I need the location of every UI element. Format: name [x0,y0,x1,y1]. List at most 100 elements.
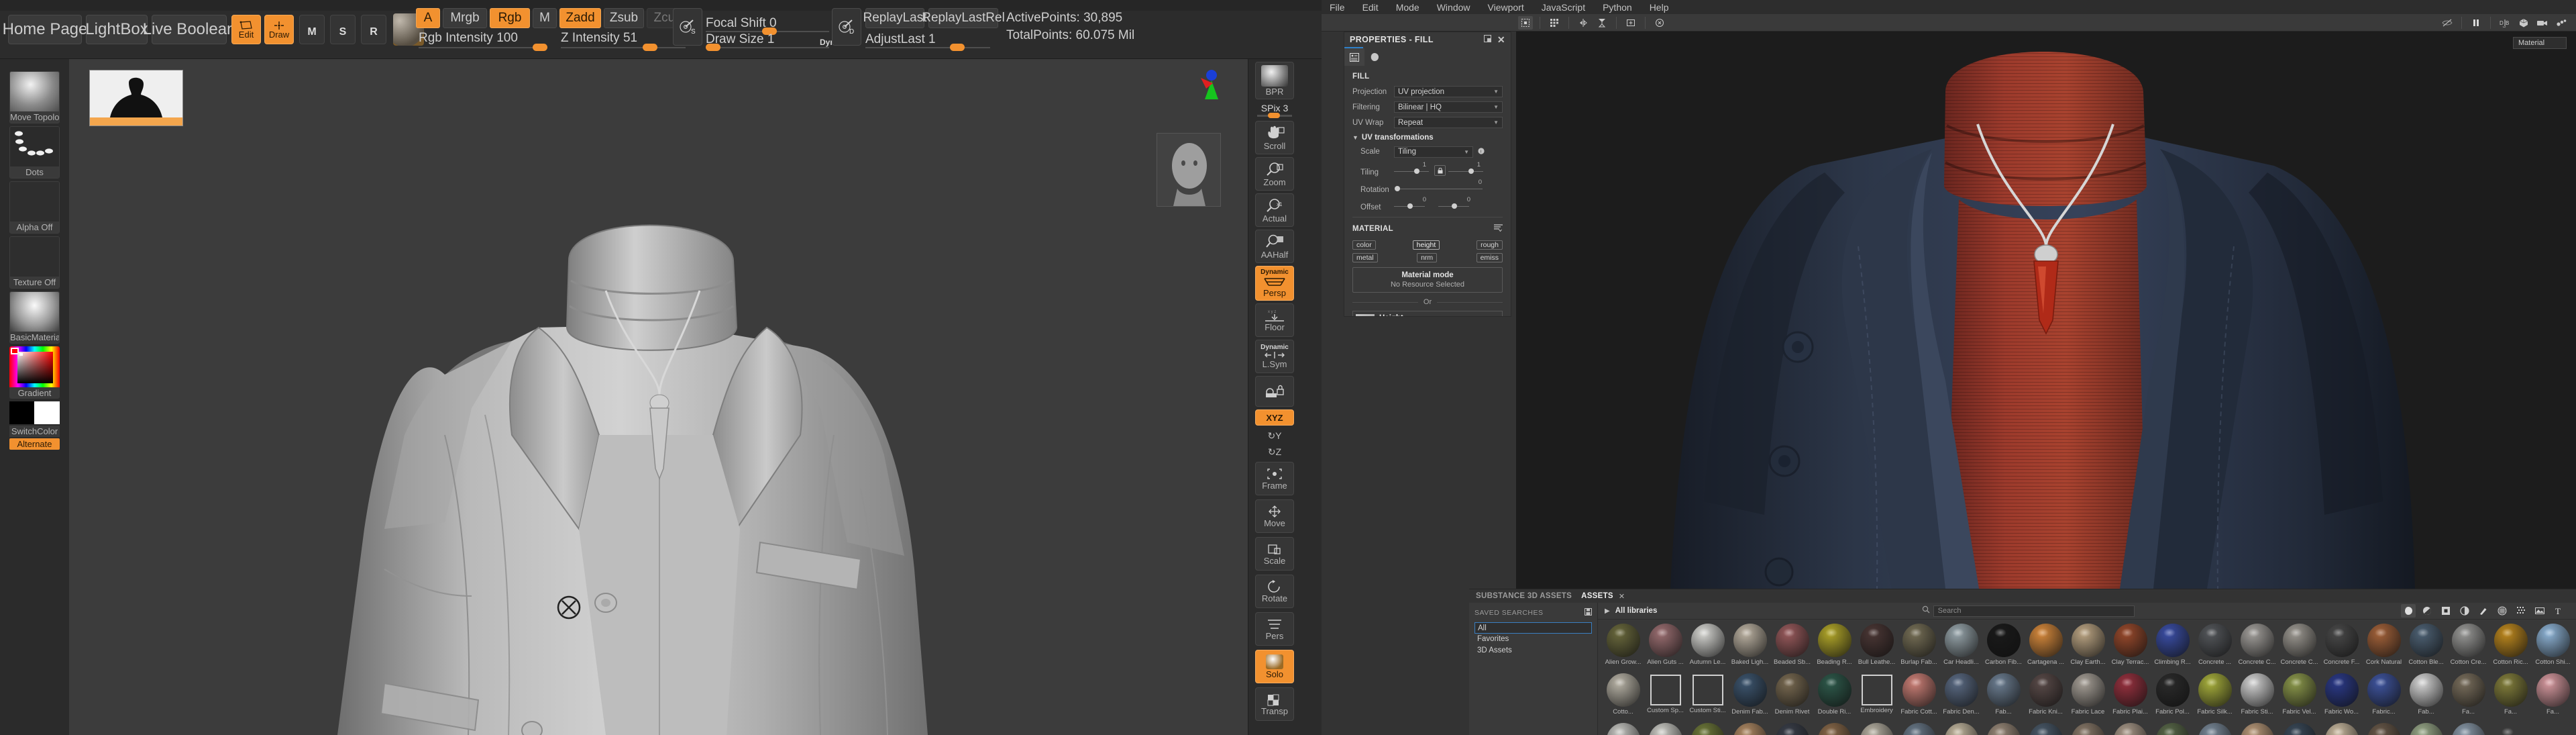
move-mode-button[interactable]: M [299,15,325,44]
asset-cell[interactable]: Cotto... [1603,673,1644,721]
persp2-button[interactable]: Pers [1255,612,1294,646]
asset-cell[interactable]: Fabric Silk... [2194,673,2235,721]
offset-slider-u[interactable]: 0 [1394,197,1438,211]
menu-file[interactable]: File [1330,2,1345,13]
asset-cell[interactable]: Fa... [2448,673,2489,721]
rotate-y-button[interactable]: ↻Y [1255,428,1294,443]
edit-mode-button[interactable]: Edit [231,15,261,44]
menu-mode[interactable]: Mode [1396,2,1419,13]
asset-cell[interactable]: Fabric... [2237,723,2277,735]
asset-cell[interactable]: Cork Natural [2363,624,2404,671]
camera-icon[interactable] [2535,16,2550,30]
asset-cell[interactable]: Fabric... [2363,723,2404,735]
menu-help[interactable]: Help [1650,2,1669,13]
live-boolean-button[interactable]: Live Boolean [152,15,227,44]
symmetry-icon[interactable] [1576,16,1591,30]
saved-search-3d-assets[interactable]: 3D Assets [1474,645,1592,656]
home-page-button[interactable]: Home Page [8,15,82,44]
mask-icon[interactable] [2438,604,2453,618]
asset-cell[interactable]: Fabric... [2194,723,2235,735]
mrgb-toggle[interactable]: Mrgb [443,8,487,28]
close-icon[interactable]: ✕ [1619,592,1625,601]
transp-button[interactable]: Transp [1255,687,1294,721]
asset-cell[interactable]: Beading R... [1814,624,1855,671]
floor-button[interactable]: x y z Floor [1255,303,1294,337]
asset-cell[interactable]: Fabric... [1856,723,1897,735]
stroke-s-button[interactable]: S [673,8,702,46]
asset-cell[interactable]: Fabric... [2110,723,2151,735]
assets-grid[interactable]: Alien Grow...Alien Guts ...Autumn Le...B… [1598,620,2576,735]
tiling-slider-v[interactable]: 1 [1448,162,1486,177]
stroke-swatch[interactable]: Dots [9,126,60,179]
saved-search-favorites[interactable]: Favorites [1474,634,1592,645]
color-picker[interactable]: Gradient [9,346,60,399]
menu-edit[interactable]: Edit [1362,2,1379,13]
asset-cell[interactable]: Fabric... [2406,723,2447,735]
baking-icon[interactable] [1595,16,1609,30]
aahalf-button[interactable]: AAHalf [1255,230,1294,263]
draw-size-slider[interactable]: Draw Size 1 [706,32,774,47]
brush-icon[interactable] [2476,604,2491,618]
tab-assets[interactable]: ASSETS [1581,592,1613,600]
material-mode-dropzone[interactable]: Material mode No Resource Selected [1352,267,1503,293]
asset-cell[interactable]: Embroidery [1856,673,1897,721]
asset-cell[interactable]: Fabric Sti... [2237,673,2277,721]
scroll-button[interactable]: Scroll [1255,121,1294,154]
pause-icon[interactable] [2469,16,2483,30]
channel-nrm-button[interactable]: nrm [1417,253,1437,262]
smart-mask-icon[interactable] [2457,604,2472,618]
asset-cell[interactable]: Fabric Lace [2068,673,2108,721]
material-filter-icon[interactable] [2401,604,2416,618]
add-fx-icon[interactable] [1623,16,1638,30]
tab-substance-3d-assets[interactable]: SUBSTANCE 3D ASSETS [1476,592,1572,600]
frame-button[interactable]: Frame [1255,462,1294,495]
asset-cell[interactable]: Fabric... [2363,673,2404,721]
menu-python[interactable]: Python [1603,2,1632,13]
info-icon[interactable]: i [1478,146,1485,158]
postfx-icon[interactable] [2554,16,2569,30]
zsub-toggle[interactable]: Zsub [604,8,644,28]
asset-cell[interactable]: Fabric Den... [1941,673,1982,721]
uv-transformations-header[interactable]: ▼ UV transformations [1352,134,1503,142]
asset-cell[interactable]: Fa... [2532,673,2573,721]
z-intensity-slider[interactable]: Z Intensity 51 [561,31,637,46]
asset-cell[interactable]: Cotton Cre... [2448,624,2489,671]
asset-cell[interactable]: Fabric Wo... [2321,673,2362,721]
replay-last-rel-button[interactable]: ReplayLastRel [928,8,998,28]
alpha-icon[interactable] [2495,604,2510,618]
asset-cell[interactable]: Fa... [1603,723,1644,735]
menu-viewport[interactable]: Viewport [1488,2,1524,13]
scale-select[interactable]: Tiling ▼ [1394,146,1473,158]
asset-cell[interactable]: Fa... [1687,723,1728,735]
menu-javascript[interactable]: JavaScript [1542,2,1585,13]
display-channel-icon[interactable]: DB [2498,16,2512,30]
current-brush-swatch[interactable]: Move Topological [9,71,60,124]
properties-icon[interactable] [1344,48,1364,66]
orientation-gizmo[interactable] [1161,68,1228,129]
channel-rough-button[interactable]: rough [1477,240,1503,250]
asset-cell[interactable]: Custom Sp... [1645,673,1686,721]
alpha-toggle-a[interactable]: A [416,8,440,28]
texture-swatch[interactable]: Texture Off [9,236,60,289]
text-icon[interactable]: T [2551,604,2566,618]
asset-cell[interactable]: Fabric... [2279,723,2320,735]
asset-cell[interactable]: Fabric... [2068,723,2108,735]
material-swatch[interactable]: BasicMaterial [9,291,60,344]
asset-cell[interactable]: Clay Earth... [2068,624,2108,671]
bpr-render-button[interactable]: BPR [1255,62,1294,99]
asset-cell[interactable]: Cotton Ric... [2490,624,2531,671]
asset-cell[interactable]: Carbon Fib... [1983,624,2024,671]
asset-cell[interactable]: Fabric... [1772,723,1813,735]
viewport-material-tag[interactable]: Material [2513,37,2567,49]
replay-last-button[interactable]: ReplayLast [865,8,924,28]
undock-icon[interactable] [1484,35,1491,44]
menu-window[interactable]: Window [1437,2,1470,13]
asset-cell[interactable]: Fabric Vel... [2279,673,2320,721]
offset-slider-v[interactable]: 0 [1438,197,1483,211]
rotation-slider[interactable]: 0 [1394,179,1485,194]
all-libraries-label[interactable]: All libraries [1615,607,1658,615]
asset-cell[interactable]: Fabric Pol... [2152,673,2193,721]
alpha-swatch[interactable]: Alpha Off [9,181,60,234]
asset-cell[interactable]: Concrete F... [2321,624,2362,671]
chevron-right-icon[interactable]: ▶ [1605,607,1610,615]
